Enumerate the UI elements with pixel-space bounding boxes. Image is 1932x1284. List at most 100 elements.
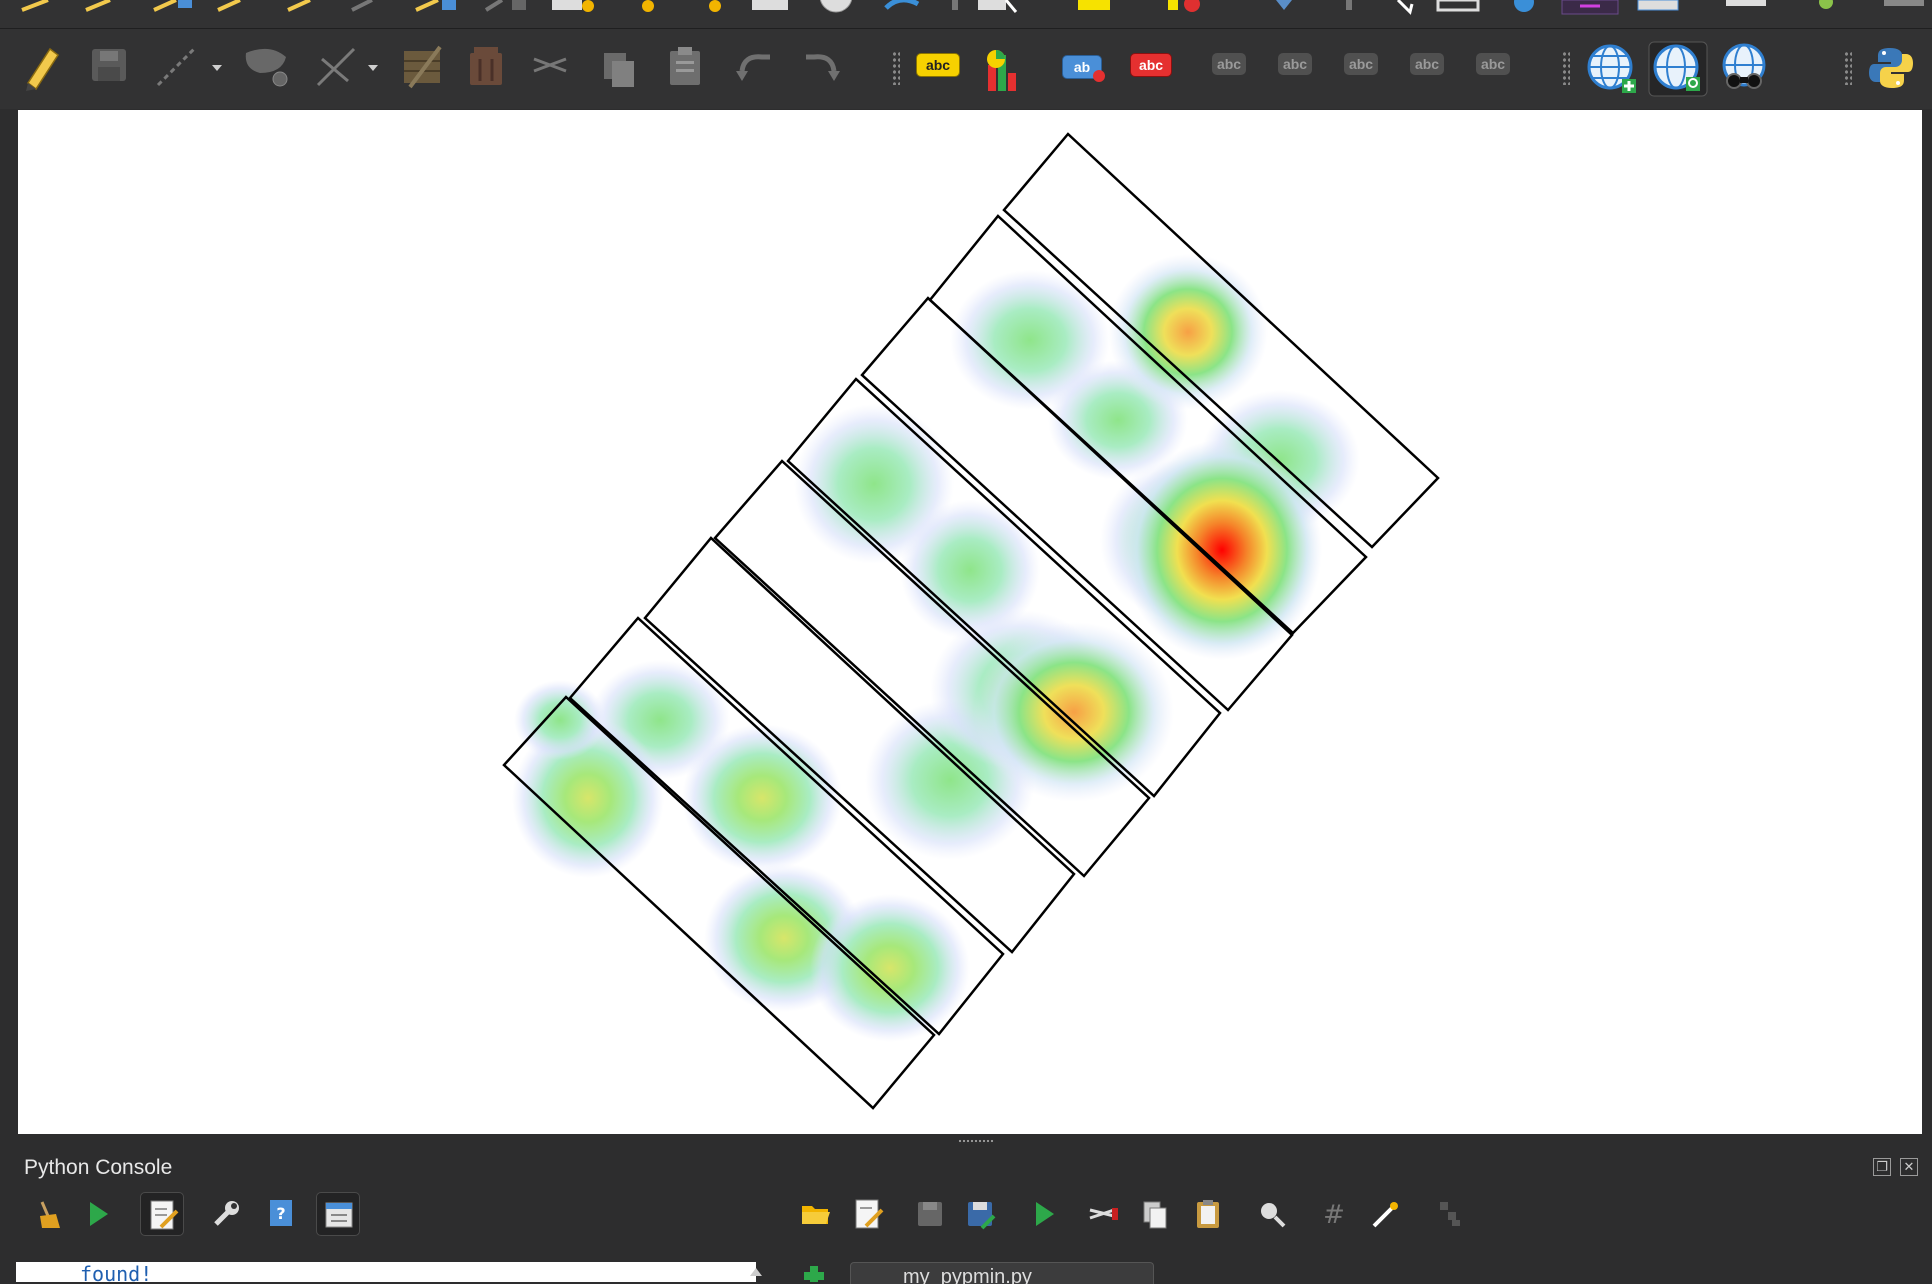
- change-label-icon[interactable]: abc: [1344, 53, 1378, 75]
- add-polygon-icon[interactable]: [245, 48, 288, 87]
- layer-settings-icon[interactable]: [642, 0, 654, 12]
- editor-icon: [150, 1200, 179, 1230]
- scissors-icon: [1089, 1208, 1118, 1220]
- pointer-icon[interactable]: [1396, 0, 1414, 15]
- refresh-icon[interactable]: [884, 0, 920, 10]
- pyqgis-api-button[interactable]: [316, 1192, 360, 1236]
- toolbar-grip[interactable]: [1562, 51, 1570, 85]
- open-script-button[interactable]: [794, 1192, 838, 1236]
- top-toolbar-icons: [21, 0, 1924, 15]
- toggle-editing-icon[interactable]: [26, 47, 60, 91]
- console-input[interactable]: found!: [16, 1262, 756, 1282]
- console-options-button[interactable]: [204, 1192, 248, 1236]
- paste-icon[interactable]: [670, 47, 700, 85]
- gear-icon[interactable]: [1514, 0, 1534, 12]
- save-as-button[interactable]: [958, 1192, 1002, 1236]
- pin-icon[interactable]: [1276, 0, 1292, 10]
- console-toolbar: ? #: [0, 1192, 1932, 1242]
- svg-text:#: #: [1323, 1200, 1345, 1230]
- add-wms-icon[interactable]: [1586, 43, 1640, 95]
- digitize-pencil-icon[interactable]: [415, 0, 456, 12]
- monitor-icon[interactable]: [1726, 0, 1766, 6]
- digitize-pencil-icon[interactable]: [217, 0, 241, 12]
- cut-button[interactable]: [1082, 1192, 1126, 1236]
- grip-icon: [952, 0, 958, 10]
- report-icon[interactable]: [1637, 0, 1679, 11]
- digitizing-toolbar: abc ab abc abc abc abc abc abc: [0, 29, 1932, 109]
- hotspot-mild: [810, 894, 970, 1042]
- heatmap-layer: [502, 132, 1440, 1110]
- toolbar-grip[interactable]: [892, 51, 900, 85]
- digitize-line-icon[interactable]: [156, 47, 222, 87]
- format-code-button[interactable]: [1364, 1192, 1408, 1236]
- show-editor-button[interactable]: [140, 1192, 184, 1236]
- toggle-comment-button[interactable]: #: [1312, 1192, 1356, 1236]
- remove-icon[interactable]: [1168, 0, 1200, 12]
- undo-icon[interactable]: [736, 54, 770, 81]
- layer-settings-icon[interactable]: [709, 0, 721, 12]
- digitize-pencil-icon[interactable]: [85, 0, 111, 12]
- copy-button[interactable]: [1134, 1192, 1178, 1236]
- save-script-button[interactable]: [908, 1192, 952, 1236]
- copy-icon: [1143, 1201, 1167, 1229]
- modify-attributes-icon[interactable]: [404, 45, 442, 89]
- show-hide-labels-icon[interactable]: abc: [1130, 53, 1172, 77]
- float-dock-button[interactable]: ❐: [1873, 1158, 1891, 1176]
- metasearch-icon[interactable]: [1718, 43, 1772, 95]
- hash-icon: #: [1323, 1200, 1345, 1230]
- open-in-editor-button[interactable]: [846, 1192, 890, 1236]
- run-script-icon: [1036, 1202, 1054, 1226]
- paste-button[interactable]: [1186, 1192, 1230, 1236]
- copy-icon[interactable]: [604, 53, 634, 87]
- help-icon: ?: [270, 1200, 292, 1226]
- clear-console-button[interactable]: [26, 1192, 70, 1236]
- save-icon: [918, 1202, 942, 1226]
- move-feature-icon[interactable]: [153, 0, 192, 12]
- new-editor-tab-icon[interactable]: [800, 1262, 828, 1282]
- layer-settings-icon[interactable]: [552, 0, 594, 12]
- digitizing-toolbar-icons: [26, 45, 840, 91]
- editor-tab[interactable]: my_pypmin.py: [850, 1262, 1154, 1284]
- close-dock-button[interactable]: ✕: [1900, 1158, 1918, 1176]
- digitize-pencil-icon[interactable]: [21, 0, 49, 12]
- edit-script-icon: [855, 1199, 884, 1229]
- help-button[interactable]: ?: [260, 1192, 304, 1236]
- table-icon[interactable]: [1436, 0, 1480, 12]
- label-properties-icon[interactable]: abc: [1410, 53, 1444, 75]
- delete-feature-icon[interactable]: [470, 47, 502, 85]
- yellow-rectangle-icon[interactable]: [1078, 0, 1110, 10]
- plugin-icon[interactable]: [1819, 0, 1833, 9]
- python-icon[interactable]: [1868, 45, 1914, 91]
- zoom-to-layer-icon[interactable]: [1648, 41, 1708, 97]
- vertex-tool-icon[interactable]: [316, 47, 378, 87]
- splitter-grip[interactable]: [958, 1139, 994, 1144]
- diagram-icon[interactable]: [984, 47, 1028, 93]
- node-tool-icon[interactable]: [351, 0, 373, 12]
- run-command-button[interactable]: [76, 1192, 120, 1236]
- cut-icon[interactable]: [533, 57, 567, 73]
- label-tool-icon[interactable]: abc: [916, 53, 960, 77]
- toolbar-grip[interactable]: [1844, 51, 1852, 85]
- plugin-icon[interactable]: [1884, 0, 1924, 6]
- console-title: Python Console: [24, 1156, 173, 1179]
- magic-wand-icon: [1372, 1202, 1398, 1228]
- digitize-pencil-icon[interactable]: [484, 0, 526, 12]
- redo-icon[interactable]: [806, 54, 840, 81]
- blank-page-icon[interactable]: [752, 0, 788, 10]
- broom-icon: [40, 1201, 60, 1228]
- rotate-label-icon[interactable]: abc: [1278, 53, 1312, 75]
- purple-icon[interactable]: [1561, 0, 1619, 15]
- select-icon[interactable]: [978, 0, 1018, 13]
- folder-icon: [802, 1206, 830, 1224]
- api-docs-icon: [325, 1202, 353, 1228]
- dock-splitter[interactable]: [0, 1134, 1932, 1148]
- run-script-button[interactable]: [1022, 1192, 1066, 1236]
- move-label-icon[interactable]: abc: [1212, 53, 1246, 75]
- save-edits-icon[interactable]: [92, 49, 126, 81]
- edit-label-icon[interactable]: abc: [1476, 53, 1510, 75]
- object-inspector-button[interactable]: [1428, 1192, 1472, 1236]
- map-canvas[interactable]: [18, 110, 1922, 1134]
- find-button[interactable]: [1250, 1192, 1294, 1236]
- clock-icon[interactable]: [819, 0, 853, 13]
- digitize-pencil-icon[interactable]: [287, 0, 311, 12]
